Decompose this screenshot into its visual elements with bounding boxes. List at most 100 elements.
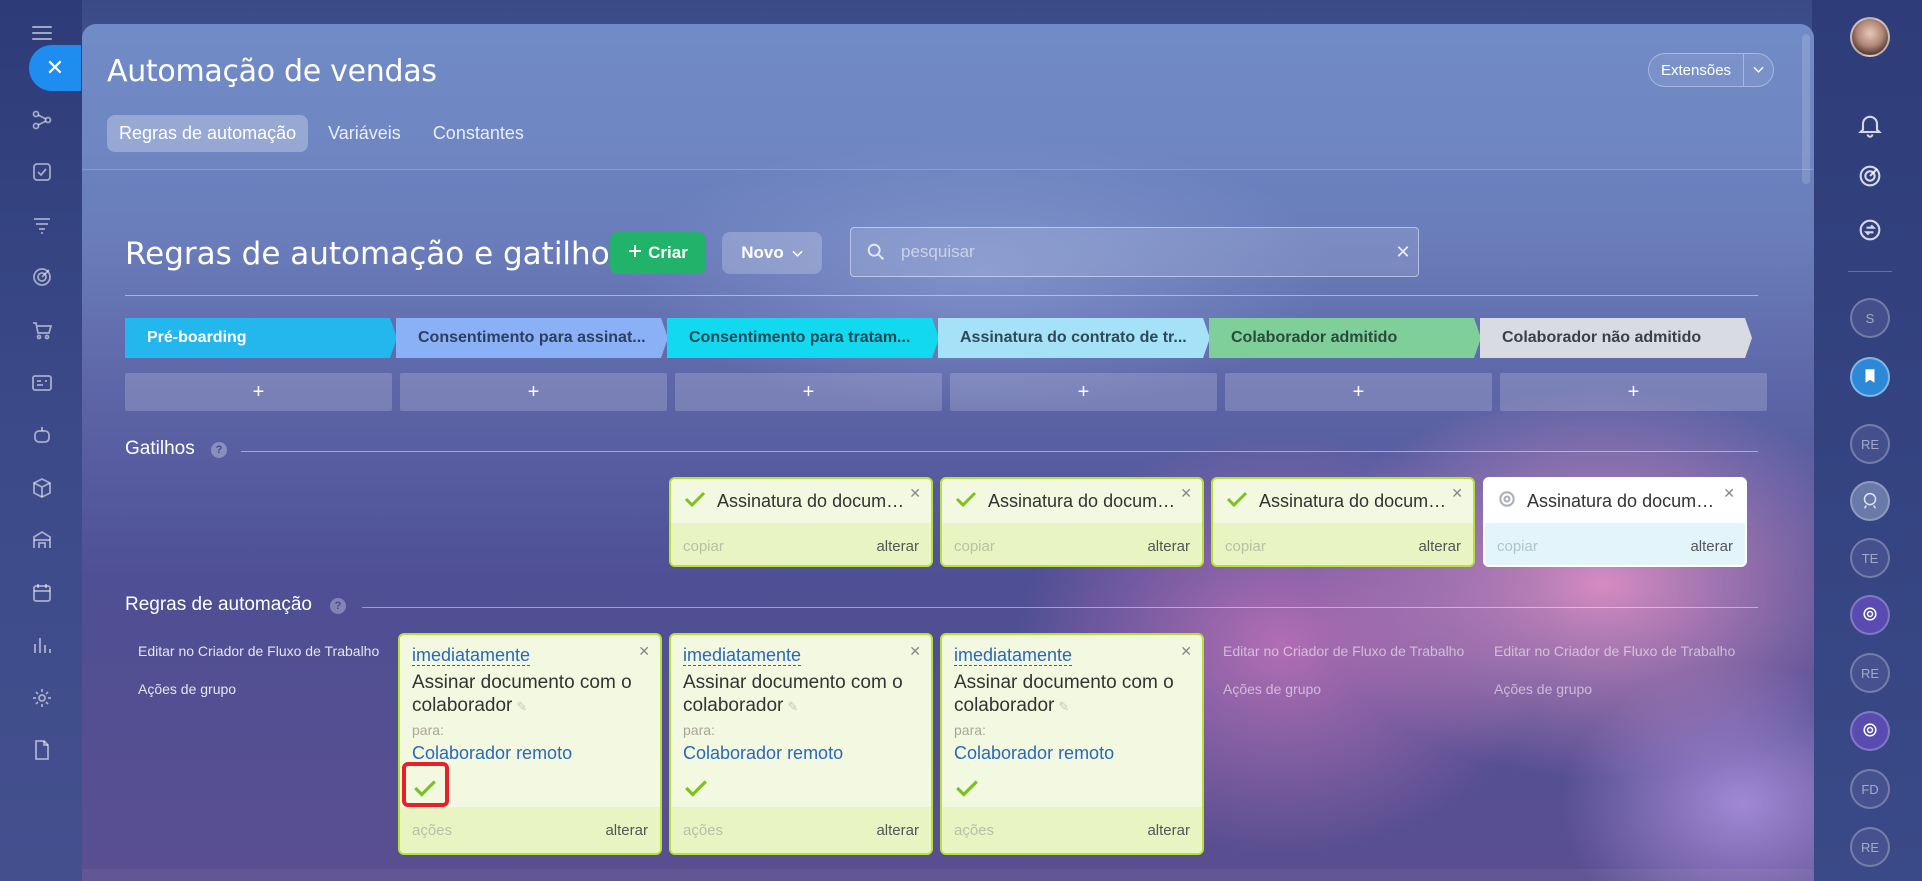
target-icon[interactable] bbox=[30, 265, 54, 289]
stage-row: Pré-boarding Consentimento para assinat..… bbox=[125, 318, 1752, 358]
add-stage-item-button[interactable]: + bbox=[125, 373, 392, 411]
settings-icon[interactable] bbox=[30, 686, 54, 710]
building-icon[interactable] bbox=[30, 528, 54, 552]
automation-rule-card[interactable]: imediatamente ✕ Assinar documento com o co… bbox=[398, 633, 662, 855]
user-avatar[interactable] bbox=[1850, 17, 1890, 57]
close-icon[interactable]: ✕ bbox=[1451, 485, 1463, 502]
add-stage-item-button[interactable]: + bbox=[675, 373, 942, 411]
trigger-card[interactable]: Assinatura do documen... ✕ copiar alterar bbox=[1483, 477, 1747, 567]
analytics-icon[interactable] bbox=[30, 633, 54, 657]
recipient-link[interactable]: Colaborador remoto bbox=[954, 743, 1114, 764]
edit-workflow-link[interactable]: Editar no Criador de Fluxo de Trabalho bbox=[1494, 643, 1735, 659]
extensions-button[interactable]: Extensões bbox=[1648, 53, 1774, 87]
edit-link[interactable]: alterar bbox=[1147, 822, 1190, 839]
add-stage-item-button[interactable]: + bbox=[1225, 373, 1492, 411]
edit-link[interactable]: alterar bbox=[876, 822, 919, 839]
tab-variables[interactable]: Variáveis bbox=[316, 115, 413, 152]
chat-avatar-6[interactable]: RE bbox=[1850, 653, 1890, 693]
stage-column-header[interactable]: Assinatura do contrato de tr... bbox=[938, 318, 1210, 358]
clear-search-icon[interactable]: ✕ bbox=[1388, 242, 1418, 263]
stage-column-header[interactable]: Consentimento para assinat... bbox=[396, 318, 668, 358]
cart-icon[interactable] bbox=[30, 318, 54, 342]
document-icon[interactable] bbox=[30, 738, 54, 762]
tasks-icon[interactable] bbox=[30, 160, 54, 184]
edit-link[interactable]: alterar bbox=[1147, 538, 1190, 555]
menu-icon[interactable] bbox=[32, 26, 52, 40]
robot-icon[interactable] bbox=[30, 423, 54, 447]
delay-link[interactable]: imediatamente bbox=[412, 645, 531, 666]
stage-column-header[interactable]: Colaborador não admitido bbox=[1480, 318, 1752, 358]
group-actions-link[interactable]: Ações de grupo bbox=[138, 681, 236, 697]
add-stage-item-button[interactable]: + bbox=[1500, 373, 1767, 411]
recipient-label: para: bbox=[683, 722, 715, 738]
right-sidebar: S RE TE RE FD RE bbox=[1812, 0, 1922, 881]
copy-link[interactable]: copiar bbox=[1225, 538, 1266, 555]
help-icon[interactable]: ? bbox=[211, 442, 227, 458]
chat-avatar-7[interactable] bbox=[1850, 711, 1890, 751]
close-icon[interactable]: ✕ bbox=[638, 643, 650, 660]
pencil-icon[interactable]: ✎ bbox=[787, 695, 801, 714]
chat-avatar-5[interactable] bbox=[1850, 595, 1890, 635]
new-dropdown-button[interactable]: Novo bbox=[722, 232, 822, 274]
close-slider-button[interactable]: ✕ bbox=[29, 45, 81, 91]
contact-card-icon[interactable] bbox=[30, 371, 54, 395]
group-actions-link[interactable]: Ações de grupo bbox=[1494, 681, 1592, 697]
chat-avatar-9[interactable]: RE bbox=[1850, 827, 1890, 867]
calendar-icon[interactable] bbox=[30, 581, 54, 605]
close-icon[interactable]: ✕ bbox=[1180, 643, 1192, 660]
create-button[interactable]: Criar bbox=[610, 232, 706, 274]
funnel-icon[interactable] bbox=[30, 213, 54, 237]
rules-heading: Regras de automação bbox=[125, 594, 312, 615]
chat-avatar-1[interactable]: S bbox=[1850, 298, 1890, 338]
chat-avatar-4[interactable]: TE bbox=[1850, 538, 1890, 578]
trigger-card[interactable]: Assinatura do docume... ✕ copiar alterar bbox=[940, 477, 1204, 567]
tab-constants[interactable]: Constantes bbox=[421, 115, 536, 152]
edit-link[interactable]: alterar bbox=[876, 538, 919, 555]
close-icon[interactable]: ✕ bbox=[1723, 485, 1735, 502]
tab-automation-rules[interactable]: Regras de automação bbox=[107, 115, 309, 152]
edit-workflow-link[interactable]: Editar no Criador de Fluxo de Trabalho bbox=[1223, 643, 1464, 659]
stage-column-header[interactable]: Pré-boarding bbox=[125, 318, 397, 358]
stage-column-header[interactable]: Consentimento para tratam... bbox=[667, 318, 939, 358]
delay-link[interactable]: imediatamente bbox=[954, 645, 1073, 666]
actions-link[interactable]: ações bbox=[412, 822, 452, 839]
pencil-icon[interactable]: ✎ bbox=[516, 695, 530, 714]
edit-link[interactable]: alterar bbox=[605, 822, 648, 839]
trigger-card[interactable]: Assinatura do docume... ✕ copiar alterar bbox=[669, 477, 933, 567]
pencil-icon[interactable]: ✎ bbox=[1058, 695, 1072, 714]
chat-sync-icon[interactable] bbox=[1856, 216, 1884, 244]
recipient-link[interactable]: Colaborador remoto bbox=[412, 743, 572, 764]
close-icon[interactable]: ✕ bbox=[1180, 485, 1192, 502]
edit-link[interactable]: alterar bbox=[1418, 538, 1461, 555]
chat-avatar-2[interactable]: RE bbox=[1850, 424, 1890, 464]
chat-avatar-3[interactable] bbox=[1850, 481, 1890, 521]
help-icon[interactable]: ? bbox=[330, 598, 346, 614]
box-icon[interactable] bbox=[30, 476, 54, 500]
target-activity-icon[interactable] bbox=[1856, 162, 1884, 190]
copy-link[interactable]: copiar bbox=[1497, 538, 1538, 555]
delay-link[interactable]: imediatamente bbox=[683, 645, 802, 666]
actions-link[interactable]: ações bbox=[683, 822, 723, 839]
copy-link[interactable]: copiar bbox=[683, 538, 724, 555]
chevron-down-icon[interactable] bbox=[1743, 54, 1773, 86]
bookmark-chat-button[interactable] bbox=[1850, 357, 1890, 397]
copy-link[interactable]: copiar bbox=[954, 538, 995, 555]
edit-link[interactable]: alterar bbox=[1690, 538, 1733, 555]
search-input[interactable] bbox=[887, 242, 1388, 262]
edit-workflow-link[interactable]: Editar no Criador de Fluxo de Trabalho bbox=[138, 643, 379, 659]
workflow-icon[interactable] bbox=[30, 108, 54, 132]
actions-link[interactable]: ações bbox=[954, 822, 994, 839]
stage-column-header[interactable]: Colaborador admitido bbox=[1209, 318, 1481, 358]
trigger-card[interactable]: Assinatura do docume... ✕ copiar alterar bbox=[1211, 477, 1475, 567]
automation-rule-card[interactable]: imediatamente ✕ Assinar documento com o co… bbox=[669, 633, 933, 855]
automation-rule-card[interactable]: imediatamente ✕ Assinar documento com o co… bbox=[940, 633, 1204, 855]
add-stage-item-button[interactable]: + bbox=[400, 373, 667, 411]
recipient-link[interactable]: Colaborador remoto bbox=[683, 743, 843, 764]
scrollbar[interactable] bbox=[1802, 34, 1810, 184]
chat-avatar-8[interactable]: FD bbox=[1850, 769, 1890, 809]
group-actions-link[interactable]: Ações de grupo bbox=[1223, 681, 1321, 697]
close-icon[interactable]: ✕ bbox=[909, 643, 921, 660]
add-stage-item-button[interactable]: + bbox=[950, 373, 1217, 411]
close-icon[interactable]: ✕ bbox=[909, 485, 921, 502]
notifications-bell-icon[interactable] bbox=[1856, 111, 1884, 139]
